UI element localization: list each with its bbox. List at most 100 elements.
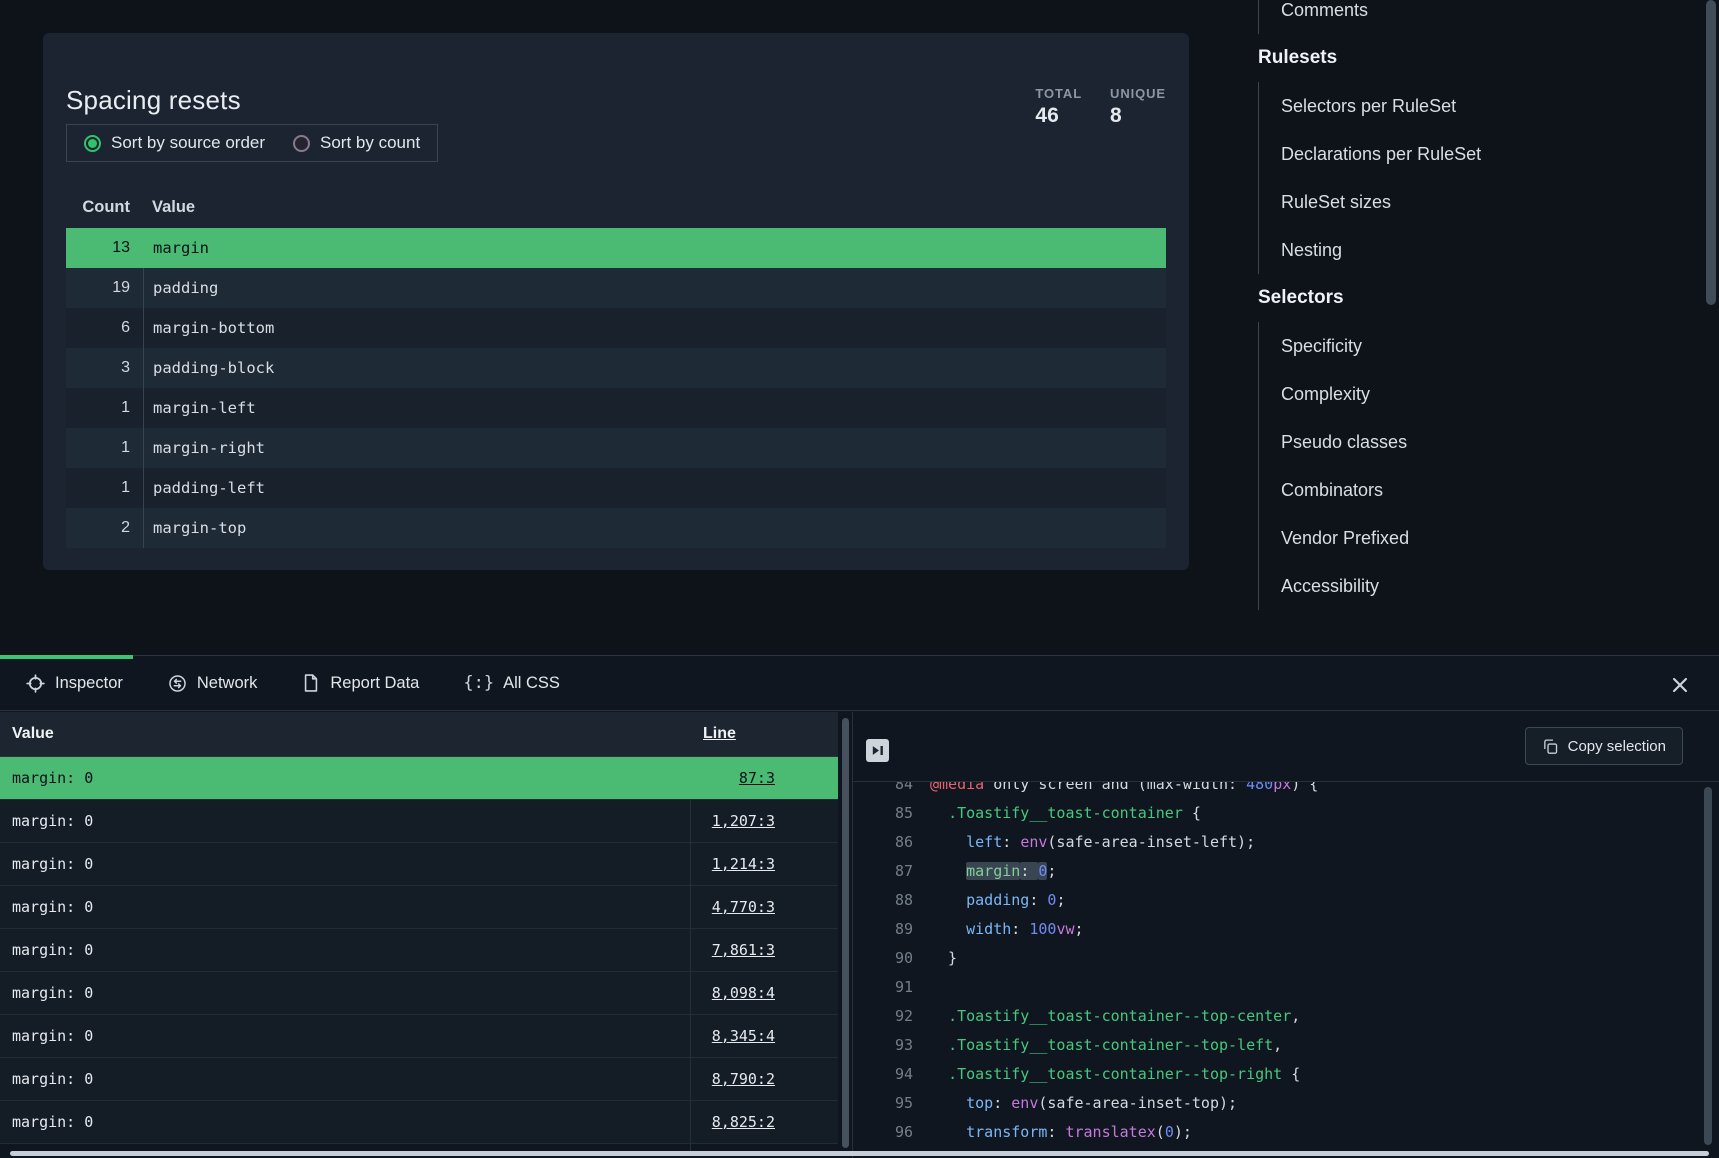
sidebar-group: Selectors per RuleSetDeclarations per Ru… bbox=[1258, 82, 1704, 274]
expand-sidebar-button[interactable] bbox=[866, 739, 889, 762]
results-scrollbar[interactable] bbox=[842, 718, 849, 1148]
table-row: margin: 07,861:3 bbox=[0, 929, 838, 972]
line-number: 92 bbox=[853, 1002, 913, 1031]
radio-selected-icon[interactable] bbox=[84, 135, 101, 152]
code-viewer[interactable]: 84@media only screen and (max-width: 480… bbox=[853, 782, 1705, 1150]
line-link[interactable]: 1,214:3 bbox=[712, 855, 775, 873]
line-number: 84 bbox=[853, 782, 913, 799]
value-cell: margin: 0 bbox=[0, 769, 690, 787]
spacing-table-row[interactable]: 6margin-bottom bbox=[66, 308, 1166, 348]
code-text: .Toastify__toast-container { bbox=[913, 799, 1201, 828]
copy-selection-button[interactable]: Copy selection bbox=[1525, 727, 1683, 765]
spacing-table-row[interactable]: 19padding bbox=[66, 268, 1166, 308]
code-text: left: env(safe-area-inset-left); bbox=[913, 828, 1255, 857]
stat-total: TOTAL 46 bbox=[1035, 86, 1082, 128]
tab-label: Report Data bbox=[330, 674, 419, 693]
code-line: 92 .Toastify__toast-container--top-cente… bbox=[853, 1002, 1705, 1031]
table-row: margin: 0 8,825:2 bbox=[0, 1101, 838, 1144]
code-token: : bbox=[1011, 920, 1029, 938]
page-scrollbar[interactable] bbox=[1706, 0, 1716, 305]
table-row: margin: 04,770:3 bbox=[0, 886, 838, 929]
sidebar-item-ruleset-sizes[interactable]: RuleSet sizes bbox=[1259, 178, 1704, 226]
count-cell: 1 bbox=[66, 428, 143, 468]
code-token: { bbox=[1183, 804, 1201, 822]
spacing-table-row[interactable]: 1margin-left bbox=[66, 388, 1166, 428]
sort-by-count-radio[interactable]: Sort by count bbox=[293, 133, 420, 153]
line-link[interactable]: 8,345:4 bbox=[712, 1027, 775, 1045]
line-link[interactable]: 4,770:3 bbox=[712, 898, 775, 916]
line-number: 91 bbox=[853, 973, 913, 1002]
spacing-table-row[interactable]: 3padding-block bbox=[66, 348, 1166, 388]
sidebar-item-complexity[interactable]: Complexity bbox=[1259, 370, 1704, 418]
code-token: , bbox=[1273, 1036, 1282, 1054]
code-token: translatex bbox=[1065, 1123, 1155, 1141]
code-token: , bbox=[1291, 1007, 1300, 1025]
line-link[interactable]: 87:3 bbox=[739, 769, 775, 787]
code-token: } bbox=[930, 949, 957, 967]
code-token: : bbox=[1047, 1123, 1065, 1141]
tab-all-css[interactable]: {:} All CSS bbox=[463, 673, 560, 693]
code-line: 89 width: 100vw; bbox=[853, 915, 1705, 944]
table-row: margin: 01,214:3 bbox=[0, 843, 838, 886]
inspector-panel: Inspector Network Report Data {:} All CS… bbox=[0, 655, 1719, 1158]
table-row: margin: 0 8,345:4 bbox=[0, 1015, 838, 1058]
line-link[interactable]: 8,790:2 bbox=[712, 1070, 775, 1088]
sidebar-item-pseudo-classes[interactable]: Pseudo classes bbox=[1259, 418, 1704, 466]
tab-report-data[interactable]: Report Data bbox=[301, 673, 419, 693]
code-token bbox=[930, 1007, 948, 1025]
radio-label: Sort by count bbox=[320, 133, 420, 153]
code-text: .Toastify__toast-container--top-center, bbox=[913, 1002, 1300, 1031]
radio-unselected-icon[interactable] bbox=[293, 135, 310, 152]
sidebar-group: Comments bbox=[1258, 0, 1704, 34]
report-sidebar: CommentsRulesetsSelectors per RuleSetDec… bbox=[1258, 0, 1704, 610]
close-panel-button[interactable] bbox=[1667, 672, 1693, 698]
code-token: .Toastify__toast-container--top-right bbox=[948, 1065, 1282, 1083]
spacing-table-row[interactable]: 13margin bbox=[66, 228, 1166, 268]
tab-network[interactable]: Network bbox=[167, 673, 258, 694]
code-text: @media only screen and (max-width: 480px… bbox=[913, 782, 1318, 799]
value-cell: margin-bottom bbox=[143, 308, 1166, 348]
sidebar-item-selectors-per-ruleset[interactable]: Selectors per RuleSet bbox=[1259, 82, 1704, 130]
line-link[interactable]: 7,861:3 bbox=[712, 941, 775, 959]
value-cell: margin: 0 bbox=[0, 1113, 690, 1131]
value-header: Value bbox=[143, 198, 1166, 217]
line-cell: 87:3 bbox=[690, 769, 838, 787]
line-number: 88 bbox=[853, 886, 913, 915]
spacing-table-header: Count Value bbox=[66, 187, 1166, 228]
line-cell: 8,345:4 bbox=[690, 1027, 838, 1045]
sidebar-item-declarations-per-ruleset[interactable]: Declarations per RuleSet bbox=[1259, 130, 1704, 178]
code-token bbox=[930, 862, 966, 880]
copy-icon bbox=[1542, 738, 1559, 755]
code-viewer-header: Copy selection bbox=[853, 712, 1719, 782]
code-token bbox=[930, 1123, 966, 1141]
value-cell: margin bbox=[143, 228, 1166, 268]
spacing-resets-card: Spacing resets TOTAL 46 UNIQUE 8 Sort by… bbox=[43, 33, 1189, 570]
value-cell: padding bbox=[143, 268, 1166, 308]
tab-inspector[interactable]: Inspector bbox=[25, 673, 123, 694]
sidebar-item-combinators[interactable]: Combinators bbox=[1259, 466, 1704, 514]
count-cell: 6 bbox=[66, 308, 143, 348]
code-scrollbar[interactable] bbox=[1704, 787, 1712, 1145]
line-link[interactable]: 8,098:4 bbox=[712, 984, 775, 1002]
line-cell: 8,825:2 bbox=[690, 1113, 838, 1131]
sidebar-item-nesting[interactable]: Nesting bbox=[1259, 226, 1704, 274]
tab-label: Network bbox=[197, 674, 258, 693]
horizontal-scrollbar[interactable] bbox=[10, 1151, 1709, 1156]
sort-by-source-order-radio[interactable]: Sort by source order bbox=[84, 133, 265, 153]
spacing-table-row[interactable]: 1margin-right bbox=[66, 428, 1166, 468]
sidebar-item-vendor-prefixed[interactable]: Vendor Prefixed bbox=[1259, 514, 1704, 562]
value-cell: margin: 0 bbox=[0, 1027, 690, 1045]
spacing-table-row[interactable]: 1padding-left bbox=[66, 468, 1166, 508]
line-link[interactable]: 1,207:3 bbox=[712, 812, 775, 830]
line-link[interactable]: 8,825:2 bbox=[712, 1113, 775, 1131]
code-token bbox=[930, 920, 966, 938]
code-text: margin: 0; bbox=[913, 857, 1056, 886]
line-cell: 8,098:4 bbox=[690, 984, 838, 1002]
sidebar-item-comments[interactable]: Comments bbox=[1259, 0, 1704, 34]
table-row: margin: 01,207:3 bbox=[0, 800, 838, 843]
sidebar-item-specificity[interactable]: Specificity bbox=[1259, 322, 1704, 370]
line-column-header[interactable]: Line bbox=[690, 725, 838, 743]
spacing-table-row[interactable]: 2margin-top bbox=[66, 508, 1166, 548]
sidebar-item-accessibility[interactable]: Accessibility bbox=[1259, 562, 1704, 610]
code-token: margin bbox=[966, 862, 1020, 880]
